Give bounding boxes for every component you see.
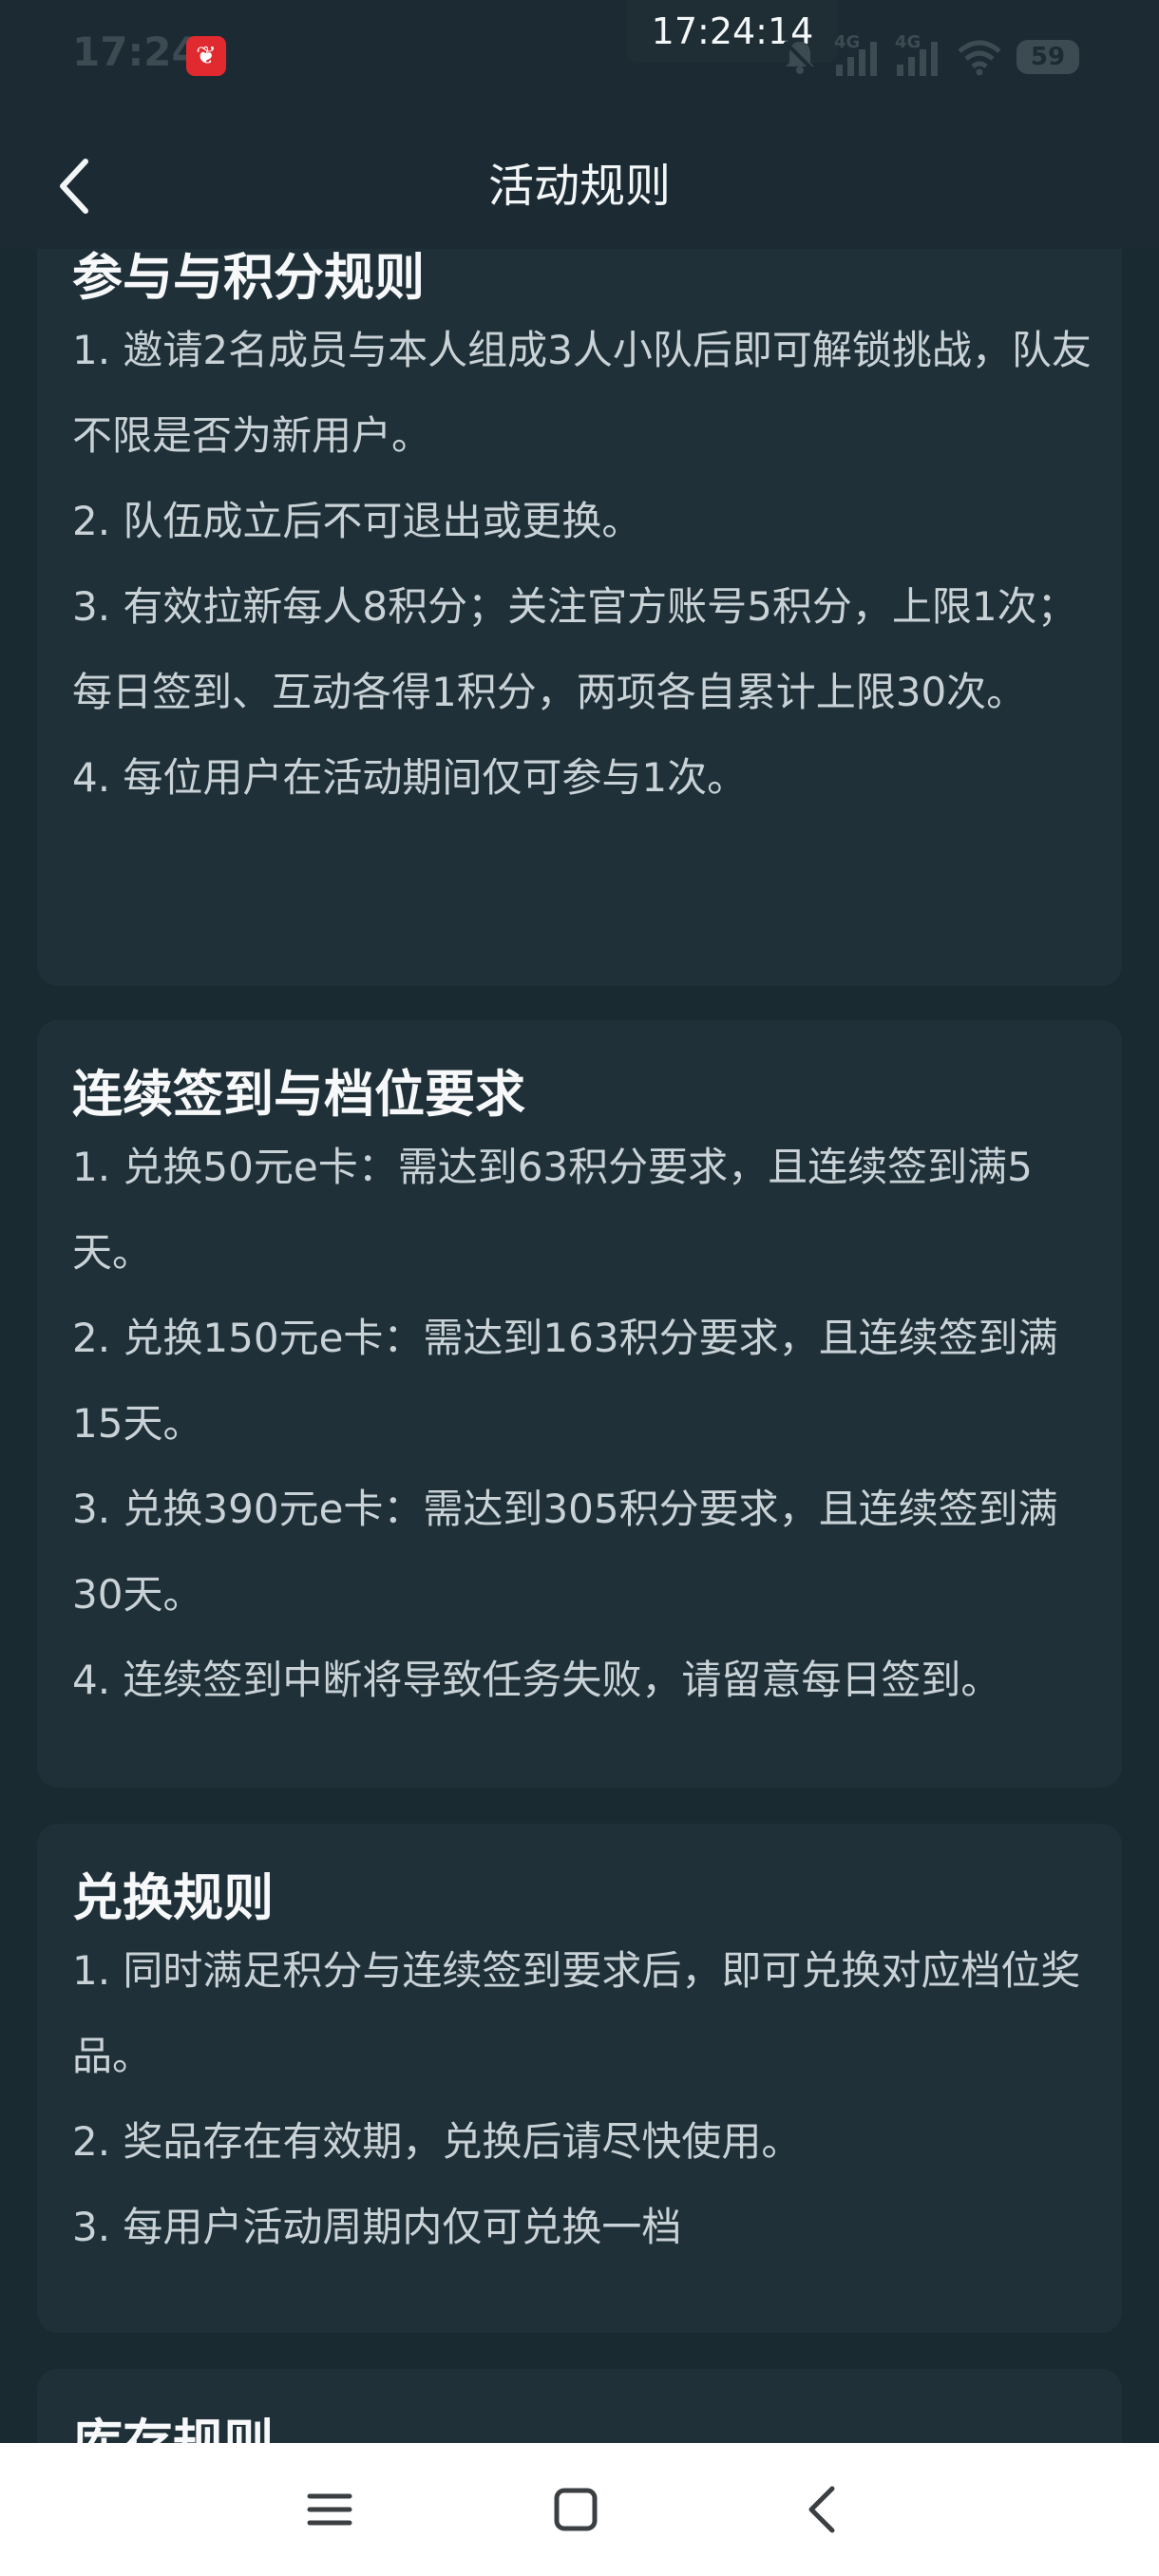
list-item: 3. 有效拉新每人8积分；关注官方账号5积分，上限1次；每日签到、互动各得1积分… bbox=[72, 583, 1077, 715]
rules-content[interactable]: 参与与积分规则 1. 邀请2名成员与本人组成3人小队后即可解锁挑战，队友不限是否… bbox=[0, 249, 1159, 2443]
rules-list: 1. 邀请2名成员与本人组成3人小队后即可解锁挑战，队友不限是否为新用户。 2.… bbox=[72, 308, 1098, 821]
list-item: 4. 每位用户在活动期间仅可参与1次。 bbox=[72, 754, 748, 801]
list-item: 3. 兑换390元e卡：需达到305积分要求，且连续签到满30天。 bbox=[72, 1486, 1058, 1618]
battery-icon: 59 bbox=[1016, 40, 1079, 74]
card-title: 库存规则 bbox=[72, 2403, 274, 2443]
home-square-icon bbox=[554, 2488, 598, 2531]
rules-card-exchange: 兑换规则 1. 同时满足积分与连续签到要求后，即可兑换对应档位奖品。 2. 奖品… bbox=[37, 1824, 1122, 2333]
signal-2-icon: 4G bbox=[895, 32, 942, 76]
list-item: 2. 兑换150元e卡：需达到163积分要求，且连续签到满15天。 bbox=[72, 1315, 1058, 1447]
header-bar: 活动规则 bbox=[0, 114, 1159, 249]
list-item: 3. 每用户活动周期内仅可兑换一档 bbox=[72, 2204, 682, 2250]
list-item: 1. 邀请2名成员与本人组成3人小队后即可解锁挑战，队友不限是否为新用户。 bbox=[72, 327, 1092, 459]
status-icons: 4G 4G 59 bbox=[779, 32, 1079, 80]
card-title: 参与与积分规则 bbox=[72, 249, 425, 307]
status-time: 17:24 bbox=[72, 28, 200, 75]
mute-bell-icon bbox=[783, 40, 817, 74]
home-button[interactable] bbox=[538, 2472, 614, 2548]
back-triangle-icon bbox=[808, 2486, 835, 2533]
list-item: 2. 队伍成立后不可退出或更换。 bbox=[72, 498, 642, 544]
rules-card-inventory: 库存规则 bbox=[37, 2369, 1122, 2443]
status-bar: 17:24 ❦ 17:24:14 4G 4G 59 bbox=[0, 0, 1159, 114]
list-item: 1. 兑换50元e卡：需达到63积分要求，且连续签到满5天。 bbox=[72, 1144, 1033, 1276]
card-title: 兑换规则 bbox=[72, 1869, 274, 1927]
chevron-left-icon bbox=[60, 159, 88, 214]
system-back-button[interactable] bbox=[785, 2472, 861, 2548]
page-title: 活动规则 bbox=[487, 160, 671, 213]
card-title: 连续签到与档位要求 bbox=[72, 1066, 525, 1124]
signal-1-icon: 4G bbox=[834, 32, 882, 76]
list-item: 4. 连续签到中断将导致任务失败，请留意每日签到。 bbox=[72, 1657, 1001, 1703]
system-nav-bar bbox=[0, 2443, 1159, 2576]
list-item: 1. 同时满足积分与连续签到要求后，即可兑换对应档位奖品。 bbox=[72, 1947, 1081, 2079]
back-button[interactable] bbox=[49, 152, 106, 220]
wifi-icon bbox=[958, 40, 1001, 76]
rules-list: 1. 同时满足积分与连续签到要求后，即可兑换对应档位奖品。 2. 奖品存在有效期… bbox=[72, 1928, 1098, 2270]
list-item: 2. 奖品存在有效期，兑换后请尽快使用。 bbox=[72, 2118, 802, 2165]
rules-card-participation: 参与与积分规则 1. 邀请2名成员与本人组成3人小队后即可解锁挑战，队友不限是否… bbox=[37, 249, 1122, 986]
rules-list: 1. 兑换50元e卡：需达到63积分要求，且连续签到满5天。 2. 兑换150元… bbox=[72, 1125, 1098, 1723]
rules-card-checkin: 连续签到与档位要求 1. 兑换50元e卡：需达到63积分要求，且连续签到满5天。… bbox=[37, 1020, 1122, 1788]
red-app-icon: ❦ bbox=[186, 36, 226, 76]
menu-icon bbox=[307, 2493, 352, 2526]
menu-button[interactable] bbox=[291, 2472, 367, 2548]
